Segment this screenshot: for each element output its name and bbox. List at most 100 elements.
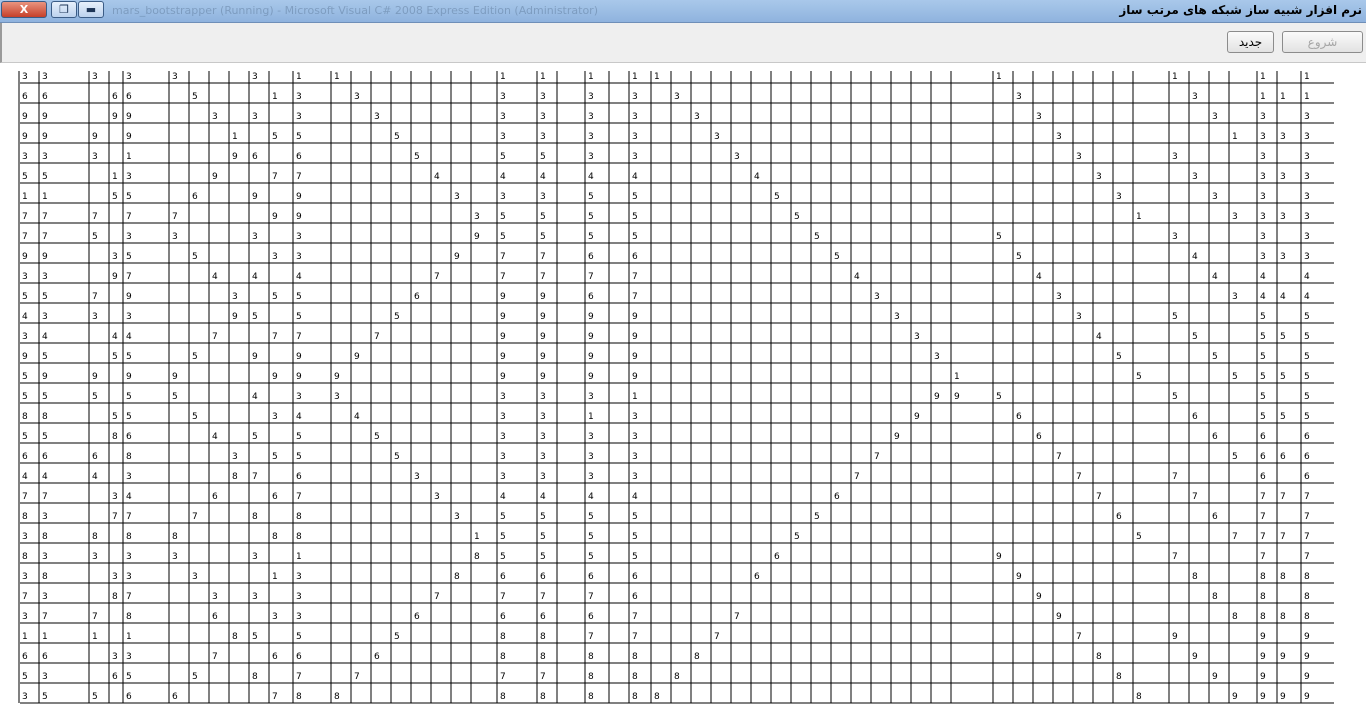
value-label: 6 xyxy=(1304,432,1310,442)
value-label: 9 xyxy=(212,172,218,182)
value-label: 9 xyxy=(334,372,340,382)
value-label: 3 xyxy=(126,312,132,322)
value-label: 3 xyxy=(914,332,920,342)
close-window-button[interactable]: X xyxy=(1,1,47,18)
value-label: 8 xyxy=(22,512,28,522)
value-label: 3 xyxy=(540,92,546,102)
value-label: 4 xyxy=(500,172,506,182)
value-label: 9 xyxy=(894,432,900,442)
value-label: 3 xyxy=(126,172,132,182)
value-label: 5 xyxy=(394,452,400,462)
value-label: 8 xyxy=(22,552,28,562)
value-label: 7 xyxy=(22,592,28,602)
value-label: 4 xyxy=(22,472,28,482)
value-label: 3 xyxy=(42,312,48,322)
value-label: 6 xyxy=(112,672,118,682)
value-label: 9 xyxy=(996,552,1002,562)
value-label: 9 xyxy=(1304,692,1310,702)
value-label: 5 xyxy=(500,552,506,562)
value-label: 9 xyxy=(22,132,28,142)
value-label: 4 xyxy=(296,272,302,282)
value-label: 9 xyxy=(252,192,258,202)
value-label: 9 xyxy=(500,372,506,382)
value-label: 7 xyxy=(1232,532,1238,542)
value-label: 3 xyxy=(252,112,258,122)
background-window-caption: mars_bootstrapper (Running) - Microsoft … xyxy=(112,4,598,17)
value-label: 8 xyxy=(296,512,302,522)
value-label: 1 xyxy=(1172,72,1178,82)
minimize-window-button[interactable]: ▬ xyxy=(78,1,104,18)
value-label: 5 xyxy=(394,132,400,142)
value-label: 4 xyxy=(1280,292,1286,302)
value-label: 9 xyxy=(126,112,132,122)
value-label: 6 xyxy=(632,572,638,582)
value-label: 7 xyxy=(1056,452,1062,462)
value-label: 8 xyxy=(588,692,594,702)
value-label: 3 xyxy=(1304,192,1310,202)
value-label: 6 xyxy=(588,572,594,582)
value-label: 8 xyxy=(1260,572,1266,582)
value-label: 6 xyxy=(272,492,278,502)
value-label: 4 xyxy=(1212,272,1218,282)
value-label: 3 xyxy=(1212,112,1218,122)
start-button[interactable]: شروع xyxy=(1282,31,1363,53)
value-label: 5 xyxy=(42,692,48,702)
value-label: 9 xyxy=(500,332,506,342)
value-label: 9 xyxy=(588,332,594,342)
new-button[interactable]: جدید xyxy=(1227,31,1274,53)
value-label: 3 xyxy=(112,492,118,502)
value-label: 6 xyxy=(414,612,420,622)
value-label: 8 xyxy=(172,532,178,542)
value-label: 3 xyxy=(1304,132,1310,142)
value-label: 3 xyxy=(454,512,460,522)
value-label: 8 xyxy=(112,592,118,602)
value-label: 6 xyxy=(632,252,638,262)
value-label: 3 xyxy=(296,92,302,102)
value-label: 5 xyxy=(296,292,302,302)
value-label: 3 xyxy=(894,312,900,322)
value-label: 7 xyxy=(1260,492,1266,502)
value-label: 8 xyxy=(126,612,132,622)
restore-window-button[interactable]: ❐ xyxy=(51,1,77,18)
value-label: 8 xyxy=(1116,672,1122,682)
value-label: 3 xyxy=(632,452,638,462)
value-label: 5 xyxy=(632,232,638,242)
value-label: 9 xyxy=(588,352,594,362)
value-label: 5 xyxy=(794,532,800,542)
value-label: 4 xyxy=(540,492,546,502)
value-label: 1 xyxy=(42,192,48,202)
value-label: 9 xyxy=(1036,592,1042,602)
value-label: 3 xyxy=(694,112,700,122)
value-label: 9 xyxy=(914,412,920,422)
value-label: 3 xyxy=(126,652,132,662)
value-label: 4 xyxy=(1260,292,1266,302)
value-label: 1 xyxy=(588,412,594,422)
value-label: 5 xyxy=(172,392,178,402)
value-label: 9 xyxy=(112,272,118,282)
value-label: 8 xyxy=(1136,692,1142,702)
value-label: 5 xyxy=(22,292,28,302)
value-label: 3 xyxy=(354,92,360,102)
value-label: 8 xyxy=(232,632,238,642)
value-label: 4 xyxy=(212,432,218,442)
value-label: 9 xyxy=(1304,652,1310,662)
value-label: 4 xyxy=(354,412,360,422)
value-label: 5 xyxy=(272,132,278,142)
value-label: 1 xyxy=(540,72,546,82)
value-label: 5 xyxy=(22,432,28,442)
value-label: 9 xyxy=(632,312,638,322)
value-label: 6 xyxy=(500,572,506,582)
value-label: 6 xyxy=(1116,512,1122,522)
value-label: 5 xyxy=(500,512,506,522)
value-label: 1 xyxy=(1280,92,1286,102)
value-label: 9 xyxy=(540,372,546,382)
value-label: 8 xyxy=(1304,592,1310,602)
value-label: 7 xyxy=(714,632,720,642)
value-label: 6 xyxy=(252,152,258,162)
value-label: 5 xyxy=(126,252,132,262)
value-label: 3 xyxy=(500,432,506,442)
value-label: 3 xyxy=(632,432,638,442)
value-label: 6 xyxy=(374,652,380,662)
value-label: 5 xyxy=(126,412,132,422)
value-label: 5 xyxy=(1116,352,1122,362)
